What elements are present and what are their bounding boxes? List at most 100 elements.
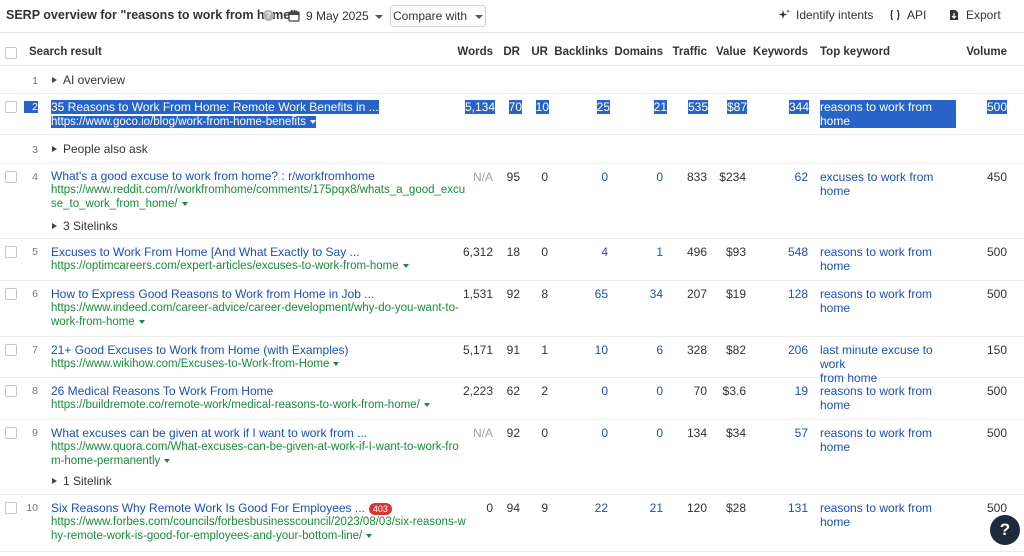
backlinks-value[interactable]: 25 (596, 100, 610, 114)
api-button[interactable]: API (889, 8, 926, 22)
result-title-link[interactable]: What excuses can be given at work if I w… (51, 426, 459, 440)
top-keyword-link[interactable]: excuses to work from home (820, 170, 960, 198)
column-ur[interactable]: UR (531, 46, 548, 58)
column-words[interactable]: Words (457, 46, 493, 58)
column-value[interactable]: Value (716, 46, 746, 58)
result-title-link[interactable]: Six Reasons Why Remote Work Is Good For … (51, 501, 365, 515)
domains-value[interactable]: 21 (650, 501, 663, 515)
top-keyword-link[interactable]: reasons to work from home (820, 245, 960, 273)
help-chat-button[interactable]: ? (990, 515, 1020, 545)
column-search-result[interactable]: Search result (29, 46, 102, 58)
chevron-down-icon[interactable] (402, 263, 409, 268)
result-url[interactable]: hy-remote-work-is-good-for-employees-and… (51, 529, 466, 543)
column-keywords[interactable]: Keywords (753, 46, 808, 58)
table-row: 10 Six Reasons Why Remote Work Is Good F… (0, 496, 1024, 552)
backlinks-value[interactable]: 22 (595, 501, 608, 515)
result-url[interactable]: m-home-permanently (51, 454, 459, 468)
traffic-value: 207 (686, 287, 707, 301)
keywords-value[interactable]: 128 (788, 287, 808, 301)
backlinks-value[interactable]: 65 (595, 287, 608, 301)
row-checkbox[interactable] (5, 427, 17, 439)
result-url-line-1[interactable]: https://www.indeed.com/career-advice/car… (51, 301, 459, 315)
identify-intents-label: Identify intents (796, 8, 874, 22)
people-also-ask-expander[interactable]: People also ask (52, 142, 148, 156)
result-url[interactable]: https://buildremote.co/remote-work/medic… (51, 398, 430, 412)
row-checkbox[interactable] (5, 502, 17, 514)
domains-value[interactable]: 0 (656, 170, 663, 184)
keywords-value[interactable]: 57 (795, 426, 808, 440)
domains-value[interactable]: 1 (656, 245, 663, 259)
result-url[interactable]: work-from-home (51, 315, 459, 329)
sparkle-icon (778, 9, 790, 19)
column-domains[interactable]: Domains (614, 46, 663, 58)
help-icon[interactable]: ? (263, 10, 274, 21)
position-number: 5 (32, 246, 38, 258)
sitelinks-expander[interactable]: 1 Sitelink (52, 474, 112, 488)
result-url-line-1[interactable]: https://www.quora.com/What-excuses-can-b… (51, 440, 459, 454)
keywords-value[interactable]: 131 (788, 501, 808, 515)
row-checkbox[interactable] (5, 288, 17, 300)
column-backlinks[interactable]: Backlinks (554, 46, 608, 58)
domains-value[interactable]: 6 (656, 343, 663, 357)
table-row: 6 How to Express Good Reasons to Work fr… (0, 282, 1024, 337)
compare-with-dropdown[interactable]: Compare with (390, 5, 486, 27)
backlinks-value[interactable]: 0 (601, 170, 608, 184)
volume-value: 500 (986, 384, 1007, 398)
identify-intents-button[interactable]: Identify intents (778, 8, 873, 22)
column-top-keyword[interactable]: Top keyword (820, 46, 890, 58)
domains-value[interactable]: 34 (650, 287, 663, 301)
top-keyword-link[interactable]: reasons to work from home (820, 384, 960, 412)
keywords-value[interactable]: 19 (795, 384, 808, 398)
column-dr[interactable]: DR (503, 46, 520, 58)
export-button[interactable]: Export (948, 8, 1001, 22)
chevron-down-icon[interactable] (138, 319, 145, 324)
row-checkbox[interactable] (5, 246, 17, 258)
result-url[interactable]: https://www.wikihow.com/Excuses-to-Work-… (51, 357, 349, 371)
row-checkbox[interactable] (5, 385, 17, 397)
top-keyword-link[interactable]: reasons to work from home (820, 100, 956, 128)
top-keyword-link[interactable]: reasons to work from home (820, 501, 960, 529)
row-checkbox[interactable] (5, 171, 17, 183)
result-title-link[interactable]: 26 Medical Reasons To Work From Home (51, 384, 430, 398)
backlinks-value[interactable]: 0 (601, 426, 608, 440)
result-title-link[interactable]: What's a good excuse to work from home? … (51, 169, 465, 183)
chevron-down-icon[interactable] (366, 533, 373, 538)
words-value: 5,134 (464, 100, 495, 114)
result-title-link[interactable]: Excuses to Work From Home [And What Exac… (51, 245, 409, 259)
keywords-value[interactable]: 548 (788, 245, 808, 259)
backlinks-value[interactable]: 10 (595, 343, 608, 357)
chevron-down-icon[interactable] (333, 361, 340, 366)
result-url-line-1[interactable]: https://www.reddit.com/r/workfromhome/co… (51, 183, 465, 197)
export-label: Export (966, 8, 1001, 22)
backlinks-value[interactable]: 0 (601, 384, 608, 398)
sitelinks-expander[interactable]: 3 Sitelinks (52, 219, 118, 233)
ai-overview-expander[interactable]: AI overview (52, 73, 125, 87)
result-url[interactable]: se_to_work_from_home/ (51, 197, 465, 211)
result-title-link[interactable]: 21+ Good Excuses to Work from Home (with… (51, 343, 349, 357)
result-url[interactable]: https://www.goco.io/blog/work-from-home-… (51, 116, 317, 128)
date-picker[interactable]: 9 May 2025 (288, 7, 383, 25)
result-title-link[interactable]: How to Express Good Reasons to Work from… (51, 287, 459, 301)
backlinks-value[interactable]: 4 (601, 245, 608, 259)
chevron-down-icon[interactable] (181, 201, 188, 206)
domains-value[interactable]: 0 (656, 384, 663, 398)
column-traffic[interactable]: Traffic (672, 46, 707, 58)
row-checkbox[interactable] (5, 344, 17, 356)
domains-value[interactable]: 0 (656, 426, 663, 440)
keywords-value[interactable]: 62 (795, 170, 808, 184)
result-title-link[interactable]: 35 Reasons to Work From Home: Remote Wor… (51, 100, 379, 114)
value-value: $234 (719, 170, 746, 184)
keywords-value[interactable]: 344 (788, 100, 809, 114)
domains-value[interactable]: 21 (653, 100, 667, 114)
result-url-line-1[interactable]: https://www.forbes.com/councils/forbesbu… (51, 515, 466, 529)
column-volume[interactable]: Volume (966, 46, 1007, 58)
row-checkbox[interactable] (5, 101, 17, 113)
chevron-down-icon[interactable] (164, 458, 171, 463)
chevron-down-icon[interactable] (310, 119, 317, 124)
keywords-value[interactable]: 206 (788, 343, 808, 357)
top-keyword-link[interactable]: reasons to work from home (820, 426, 960, 454)
select-all-checkbox[interactable] (5, 47, 17, 59)
chevron-down-icon[interactable] (423, 402, 430, 407)
top-keyword-link[interactable]: reasons to work from home (820, 287, 960, 315)
result-url[interactable]: https://optimcareers.com/expert-articles… (51, 259, 409, 273)
